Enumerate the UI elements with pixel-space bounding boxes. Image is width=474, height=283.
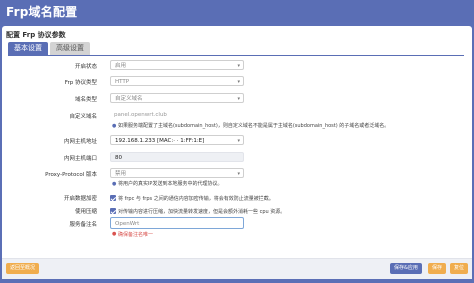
label-local-host: 内网主机地址: [63, 139, 97, 145]
label-local-port: 内网主机端口: [63, 156, 97, 162]
proxy-protocol-value: 禁用: [115, 171, 127, 177]
protocol-value: HTTP: [115, 79, 130, 85]
remark-input[interactable]: OpenWrt: [110, 217, 244, 229]
local-port-input[interactable]: 80: [110, 152, 244, 162]
save-apply-button[interactable]: 保存&应用: [390, 263, 422, 274]
local-host-value: 192.168.1.233 [MAC:· · 1:FF:1:E]: [115, 138, 205, 144]
protocol-select[interactable]: HTTP ▾: [110, 76, 244, 86]
chevron-down-icon: ▾: [237, 138, 240, 144]
save-button[interactable]: 保存: [428, 263, 447, 274]
label-domain-type: 域名类型: [74, 97, 97, 103]
chevron-down-icon: ▾: [237, 96, 240, 102]
label-protocol: Frp 协议类型: [64, 80, 97, 86]
tab-advanced-settings[interactable]: 高级设置: [50, 42, 90, 55]
label-compression: 使用压缩: [74, 209, 97, 215]
tabs: 基本设置 高级设置: [8, 42, 92, 55]
chevron-down-icon: ▾: [237, 63, 240, 69]
enabled-value: 启用: [115, 63, 127, 69]
label-remark: 服务备注名: [69, 222, 97, 228]
custom-domain-help-text: 如果服务端配置了主域名(subdomain_host)，则自定义域名不能是属于主…: [117, 123, 390, 129]
footer-bar: 返回至概况 保存&应用 保存 复位: [2, 258, 472, 279]
chevron-down-icon: ▾: [237, 171, 240, 177]
encryption-help: 将 frpc 与 frps 之间的通信内容加密传输，将会有效防止流量被拦截。: [118, 196, 274, 202]
page-title: Frp域名配置: [6, 5, 78, 19]
custom-domain-help: ● 如果服务端配置了主域名(subdomain_host)，则自定义域名不能是属…: [112, 122, 389, 129]
label-proxy-protocol: Proxy-Protocol 版本: [45, 172, 97, 178]
back-to-overview-button[interactable]: 返回至概况: [6, 263, 40, 274]
tab-underline: [8, 55, 464, 56]
compression-help: 对传输内容进行压缩，加快流量转发速度，但是会额外消耗一些 cpu 资源。: [118, 209, 286, 215]
settings-panel: 配置 Frp 协议参数 基本设置 高级设置 开启状态 启用 ▾ Frp 协议类型…: [2, 26, 472, 279]
local-host-select[interactable]: 192.168.1.233 [MAC:· · 1:FF:1:E] ▾: [110, 135, 244, 145]
top-bar: Frp域名配置: [0, 0, 474, 22]
compression-checkbox[interactable]: [110, 208, 116, 214]
panel-header: 配置 Frp 协议参数: [6, 31, 66, 39]
proxy-protocol-help: ● 将用户的真实IP发送到本地服务中的代理协议。: [112, 180, 222, 187]
domain-type-value: 自定义域名: [115, 96, 143, 102]
remark-error: 确保备注名唯一: [118, 232, 154, 238]
error-icon: ●: [112, 231, 117, 237]
label-enabled: 开启状态: [74, 64, 97, 70]
label-custom-domain: 自定义域名: [69, 114, 97, 120]
proxy-protocol-select[interactable]: 禁用 ▾: [110, 168, 244, 178]
label-encryption: 开启数据加密: [63, 196, 97, 202]
chevron-down-icon: ▾: [237, 79, 240, 85]
encryption-checkbox[interactable]: [110, 195, 116, 201]
enabled-select[interactable]: 启用 ▾: [110, 60, 244, 70]
reset-button[interactable]: 复位: [450, 263, 469, 274]
tab-basic-settings[interactable]: 基本设置: [8, 42, 48, 55]
custom-domain-input[interactable]: panel.openwrt.club: [110, 110, 244, 120]
domain-type-select[interactable]: 自定义域名 ▾: [110, 93, 244, 103]
proxy-protocol-help-text: 将用户的真实IP发送到本地服务中的代理协议。: [117, 181, 223, 187]
